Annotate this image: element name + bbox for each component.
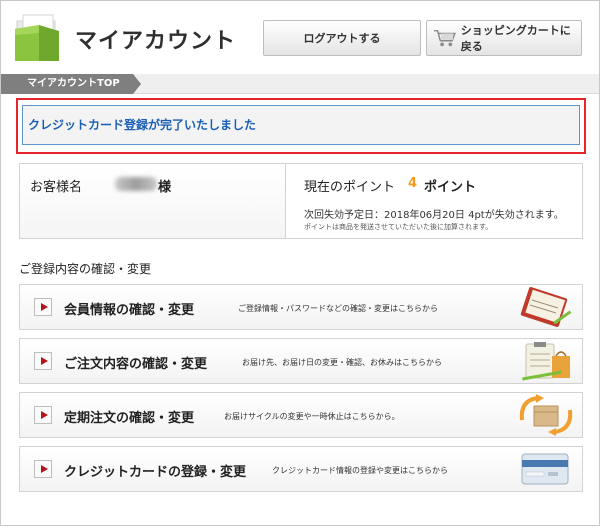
success-alert-highlight: クレジットカード登録が完了いたしました [16, 98, 586, 154]
menu-item-title: 会員情報の確認・変更 [64, 303, 195, 318]
menu-item-desc: お届けサイクルの変更や一時休止はこちらから。 [224, 412, 400, 421]
notebook-icon [520, 287, 572, 327]
points-label: 現在のポイント [304, 180, 396, 195]
page-logo-title: マイアカウント [75, 29, 237, 54]
menu-item-credit-card[interactable]: クレジットカードの登録・変更 クレジットカード情報の登録や変更はこちらから [19, 446, 583, 492]
menu-item-title: ご注文内容の確認・変更 [64, 357, 208, 372]
logout-button-label: ログアウトする [303, 32, 381, 45]
menu-item-desc: クレジットカード情報の登録や変更はこちらから [272, 466, 448, 475]
arrow-right-icon [34, 406, 52, 424]
menu-item-subscription[interactable]: 定期注文の確認・変更 お届けサイクルの変更や一時休止はこちらから。 [19, 392, 583, 438]
menu-item-title: 定期注文の確認・変更 [64, 411, 195, 426]
customer-name-suffix: 様 [158, 180, 172, 195]
shopping-cart-icon [433, 29, 456, 47]
menu-item-desc: お届け先、お届け日の変更・確認、お休みはこちらから [242, 358, 442, 367]
points-expire-text: 次回失効予定日：2018年06月20日 4ptが失効されます。 [304, 210, 564, 221]
back-to-cart-button[interactable]: ショッピングカートに戻る [426, 20, 582, 56]
customer-name-panel: お客様名 様 [20, 164, 286, 238]
logout-button[interactable]: ログアウトする [263, 20, 421, 56]
points-unit: ポイント [424, 180, 477, 195]
success-message: クレジットカード登録が完了いたしました [22, 105, 580, 145]
menu-item-title: クレジットカードの登録・変更 [64, 465, 247, 480]
breadcrumb-current: マイアカウントTOP [1, 74, 141, 94]
clipboard-bag-icon [522, 342, 570, 381]
arrow-right-icon [34, 298, 52, 316]
credit-card-icon [521, 453, 569, 485]
arrow-right-icon [34, 352, 52, 370]
menu-item-desc: ご登録情報・パスワードなどの確認・変更はこちらから [238, 304, 438, 313]
header: マイアカウント ログアウトする ショッピングカートに戻る [1, 1, 599, 73]
section-title: ご登録内容の確認・変更 [19, 262, 152, 276]
customer-name-label: お客様名 [30, 180, 83, 195]
arrow-right-icon [34, 460, 52, 478]
points-note: ポイントは商品を発送させていただいた後に加算されます。 [304, 223, 493, 231]
menu-item-order-info[interactable]: ご注文内容の確認・変更 お届け先、お届け日の変更・確認、お休みはこちらから [19, 338, 583, 384]
customer-info-box: お客様名 様 現在のポイント 4 ポイント 次回失効予定日：2018年06月20… [19, 163, 583, 239]
breadcrumb: マイアカウントTOP [1, 74, 599, 94]
menu-item-member-info[interactable]: 会員情報の確認・変更 ご登録情報・パスワードなどの確認・変更はこちらから [19, 284, 583, 330]
boxes-cycle-icon [519, 394, 573, 436]
folder-logo-icon [15, 14, 59, 61]
back-to-cart-label: ショッピングカートに戻る [460, 24, 571, 53]
customer-name-redacted [115, 177, 157, 191]
points-value: 4 [408, 176, 418, 191]
